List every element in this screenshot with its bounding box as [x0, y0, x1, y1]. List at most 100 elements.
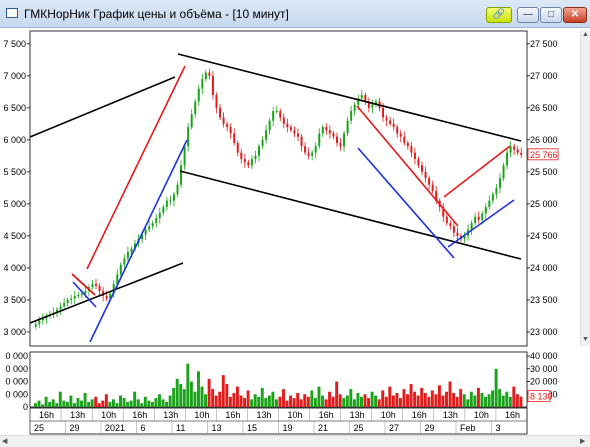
candle-body	[513, 146, 516, 150]
volume-bar	[292, 398, 296, 407]
time-label-date: 21	[318, 423, 328, 433]
volume-bar	[58, 391, 62, 407]
volume-tick-label-right: 40 000	[530, 351, 558, 361]
time-label-date: 11	[176, 423, 185, 433]
volume-bar	[147, 400, 151, 407]
scroll-left-icon[interactable]: ◀	[2, 438, 7, 446]
volume-bar	[494, 368, 498, 407]
candle-body	[332, 133, 335, 137]
price-tick-label-right: 26 000	[530, 135, 558, 145]
candle-body	[371, 104, 374, 108]
volume-bar	[462, 394, 466, 407]
volume-bar	[108, 401, 112, 407]
price-tick-label-right: 25 000	[530, 199, 558, 209]
volume-bar	[83, 392, 87, 407]
volume-bar	[168, 395, 172, 407]
volume-bar	[41, 404, 45, 407]
volume-bar	[186, 363, 190, 407]
scroll-down-icon[interactable]: ▼	[582, 336, 589, 344]
volume-bar	[342, 398, 346, 407]
price-tick-label-right: 23 000	[530, 327, 558, 337]
volume-bar	[207, 378, 211, 407]
price-tick-label-left: 3 500	[3, 295, 26, 305]
volume-bar	[473, 395, 477, 407]
candle-body	[201, 79, 204, 89]
candle-body	[403, 136, 406, 144]
candle-body	[162, 207, 165, 213]
candle-body	[268, 120, 271, 131]
volume-bar	[331, 396, 335, 407]
volume-bar	[356, 392, 360, 407]
volume-bar	[445, 391, 448, 407]
candle-body	[77, 294, 80, 297]
candle-body	[506, 152, 509, 166]
time-label-hour: 16h	[132, 410, 147, 420]
volume-bar	[260, 387, 264, 407]
price-tick-label-right: 26 500	[530, 103, 558, 113]
candle-body	[190, 114, 193, 128]
volume-bar	[150, 401, 154, 407]
candle-body	[286, 123, 289, 128]
time-label-date: 25	[34, 423, 44, 433]
volume-tick-label-left: 0 000	[5, 351, 28, 361]
candle-body	[38, 320, 41, 325]
volume-bar	[282, 389, 285, 407]
volume-bar	[243, 398, 247, 407]
candle-body	[126, 251, 129, 259]
volume-bar	[402, 389, 406, 407]
candle-body	[293, 130, 296, 134]
candle-body	[95, 283, 98, 286]
candle-body	[304, 146, 307, 153]
volume-bar	[218, 391, 222, 407]
volume-bar	[512, 386, 516, 407]
candle-body	[449, 223, 452, 227]
volume-bar	[370, 391, 374, 407]
volume-bar	[94, 396, 98, 407]
candle-body	[165, 200, 168, 208]
price-tick-label-left: 6 500	[3, 103, 26, 113]
candle-body	[187, 127, 190, 147]
candle-body	[321, 127, 324, 134]
candle-body	[226, 123, 229, 128]
candle-body	[311, 152, 314, 156]
scroll-right-icon[interactable]: ▶	[580, 438, 585, 446]
volume-bar	[48, 401, 52, 407]
last-volume-label: 8 130	[530, 392, 553, 402]
volume-bar	[165, 401, 169, 407]
candle-body	[421, 165, 424, 172]
candle-body	[360, 95, 363, 99]
time-label-date: 19	[283, 423, 293, 433]
horizontal-scrollbar[interactable]: ◀ ▶	[0, 435, 590, 447]
volume-bar	[455, 396, 459, 407]
candle-body	[307, 152, 310, 156]
price-volume-chart[interactable]: 23 000 3 000 23 500 3 500 24 000 4 000 24 500 4…	[0, 0, 590, 447]
time-label-hour: 16h	[225, 410, 240, 420]
volume-bar	[225, 384, 229, 407]
scroll-up-icon[interactable]: ▲	[582, 31, 589, 39]
candle-body	[396, 127, 399, 134]
volume-bar	[65, 401, 69, 407]
candle-body	[346, 120, 349, 134]
volume-bar	[119, 395, 122, 407]
candle-body	[353, 104, 356, 112]
volume-bar	[34, 403, 37, 407]
volume-bar	[51, 399, 55, 407]
candle-body	[502, 165, 505, 179]
volume-bar	[363, 394, 367, 407]
candle-body	[516, 149, 519, 153]
candle-body	[431, 184, 434, 192]
candle-body	[491, 194, 494, 201]
price-tick-label-right: 27 500	[530, 39, 558, 49]
volume-bar	[274, 399, 278, 407]
volume-bar	[335, 381, 339, 407]
volume-bar	[328, 391, 332, 407]
volume-bar	[313, 398, 317, 407]
volume-bar	[264, 398, 268, 407]
vertical-scrollbar[interactable]: ▲ ▼	[580, 30, 590, 346]
volume-bar	[324, 399, 328, 407]
volume-bar	[434, 394, 438, 407]
volume-bar	[299, 399, 303, 407]
candle-body	[144, 229, 147, 235]
price-tick-label-right: 23 500	[530, 295, 558, 305]
candle-body	[80, 293, 83, 295]
